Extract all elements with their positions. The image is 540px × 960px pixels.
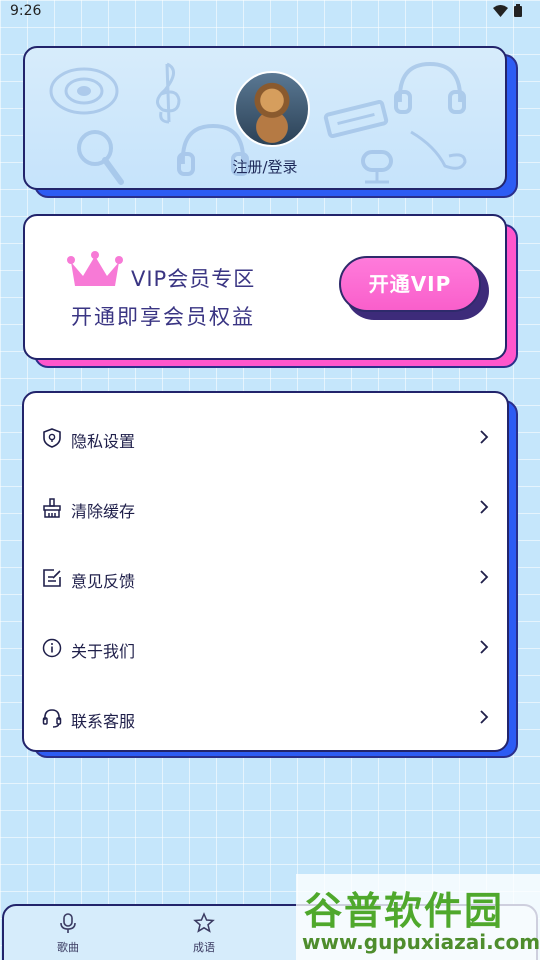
profile-card[interactable]: 注册/登录 xyxy=(23,46,507,190)
menu-item-label: 关于我们 xyxy=(71,642,136,661)
menu-item-label: 联系客服 xyxy=(71,712,136,731)
headset-icon xyxy=(42,709,62,728)
settings-menu: 隐私设置 清除缓存 意见反馈 关于我们 联系客服 xyxy=(22,391,509,752)
chevron-right-icon xyxy=(480,430,489,444)
chevron-right-icon xyxy=(480,500,489,514)
vinyl-icon xyxy=(49,67,119,115)
vip-title: VIP会员专区 xyxy=(131,267,256,291)
watermark-url: www.gupuxiazai.com xyxy=(302,930,540,954)
status-icons xyxy=(493,4,522,17)
chevron-right-icon xyxy=(480,570,489,584)
keyboard-icon xyxy=(323,100,389,138)
crown-icon xyxy=(67,251,123,286)
treble-clef-icon xyxy=(156,62,181,124)
nav-item-idioms[interactable]: 成语 xyxy=(174,912,234,955)
broom-icon xyxy=(43,498,61,518)
menu-item-label: 清除缓存 xyxy=(71,502,136,521)
menu-item-clear-cache[interactable]: 清除缓存 xyxy=(24,473,507,543)
open-vip-button[interactable]: 开通VIP xyxy=(339,256,481,312)
menu-item-privacy[interactable]: 隐私设置 xyxy=(24,403,507,473)
menu-item-customer-service[interactable]: 联系客服 xyxy=(24,683,507,753)
shield-icon xyxy=(43,428,61,448)
vip-card: VIP会员专区 开通即享会员权益 开通VIP xyxy=(23,214,507,360)
menu-item-about[interactable]: 关于我们 xyxy=(24,613,507,683)
nav-label: 歌曲 xyxy=(57,941,79,954)
status-time: 9:26 xyxy=(10,3,42,19)
headphones-icon xyxy=(394,61,466,114)
battery-icon xyxy=(514,4,522,17)
nav-label: 成语 xyxy=(193,941,215,954)
watermark-title: 谷普软件园 xyxy=(304,889,505,933)
info-icon xyxy=(42,638,62,658)
chevron-right-icon xyxy=(480,710,489,724)
vip-subtitle: 开通即享会员权益 xyxy=(71,305,255,329)
star-icon xyxy=(193,912,215,933)
nav-item-songs[interactable]: 歌曲 xyxy=(38,912,98,955)
watermark: 谷普软件园 www.gupuxiazai.com xyxy=(296,874,540,960)
status-bar: 9:26 xyxy=(0,0,540,24)
wifi-icon xyxy=(493,4,508,17)
microphone-icon xyxy=(60,913,76,933)
menu-item-feedback[interactable]: 意见反馈 xyxy=(24,543,507,613)
avatar[interactable] xyxy=(234,71,310,147)
login-register-link[interactable]: 注册/登录 xyxy=(25,156,505,177)
menu-item-label: 隐私设置 xyxy=(71,432,136,451)
chevron-right-icon xyxy=(480,640,489,654)
edit-icon xyxy=(43,569,61,587)
menu-item-label: 意见反馈 xyxy=(71,572,136,591)
